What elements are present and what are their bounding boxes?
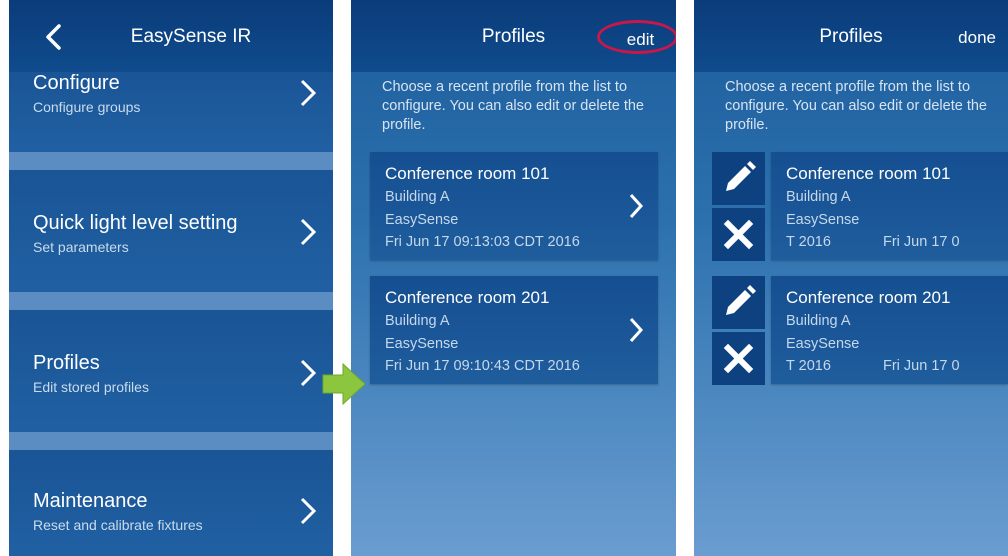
profiles-screen: Profiles edit Choose a recent profile fr… [351, 0, 676, 556]
chevron-right-icon [300, 79, 317, 107]
menu-item-subtitle: Reset and calibrate fixtures [33, 517, 203, 533]
menu-item-maintenance[interactable]: Maintenance Reset and calibrate fixtures [9, 450, 333, 556]
chevron-right-icon [629, 193, 644, 219]
intro-text: Choose a recent profile from the list to… [725, 79, 987, 133]
menu-item-subtitle: Configure groups [33, 99, 141, 115]
chevron-right-icon [300, 497, 317, 525]
profile-date-clipped: Fri Jun 17 0 [883, 358, 960, 374]
close-icon [723, 219, 754, 250]
profile-system: EasySense [786, 336, 860, 352]
menu-item-title: Quick light level setting [33, 212, 238, 234]
app-title: EasySense IR [130, 26, 252, 47]
edit-profile-button[interactable] [712, 276, 765, 329]
navbar: Profiles done [694, 0, 1008, 72]
menu-item-title: Configure [33, 72, 120, 94]
profile-building: Building A [786, 189, 851, 205]
arrow-right-icon [322, 362, 366, 406]
profile-name: Conference room 101 [385, 164, 550, 183]
profile-building: Building A [385, 313, 450, 329]
divider [9, 292, 333, 310]
profile-name: Conference room 101 [786, 164, 951, 183]
menu-item-title: Maintenance [33, 490, 148, 512]
profile-date-fragment: T 2016 [786, 358, 831, 374]
chevron-right-icon [629, 317, 644, 343]
menu-item-configure[interactable]: Configure Configure groups [9, 72, 333, 152]
delete-profile-button[interactable] [712, 208, 765, 261]
divider [9, 432, 333, 450]
profile-name: Conference room 201 [385, 288, 550, 307]
menu-item-profiles[interactable]: Profiles Edit stored profiles [9, 310, 333, 432]
menu-item-subtitle: Edit stored profiles [33, 379, 149, 395]
profile-building: Building A [385, 189, 450, 205]
intro-text: Choose a recent profile from the list to… [382, 79, 644, 133]
profile-system: EasySense [385, 336, 459, 352]
divider [9, 152, 333, 170]
profile-date: Fri Jun 17 09:13:03 CDT 2016 [385, 234, 580, 250]
done-button[interactable]: done [958, 28, 996, 48]
pencil-icon [726, 161, 756, 191]
profile-system: EasySense [385, 212, 459, 228]
profile-card[interactable]: Conference room 201 Building A EasySense… [771, 276, 1008, 384]
profile-card[interactable]: Conference room 101 Building A EasySense… [370, 152, 658, 260]
pencil-icon [726, 285, 756, 315]
profile-card[interactable]: Conference room 101 Building A EasySense… [771, 152, 1008, 260]
menu-item-title: Profiles [33, 352, 100, 374]
profiles-edit-screen: Profiles done Choose a recent profile fr… [694, 0, 1008, 556]
profile-date-clipped: Fri Jun 17 0 [883, 234, 960, 250]
main-menu-screen: EasySense IR Configure Configure groups … [9, 0, 333, 556]
edit-button[interactable]: edit [600, 23, 676, 57]
profile-date: Fri Jun 17 09:10:43 CDT 2016 [385, 358, 580, 374]
edit-profile-button[interactable] [712, 152, 765, 205]
delete-profile-button[interactable] [712, 332, 765, 385]
chevron-right-icon [300, 359, 317, 387]
navbar: EasySense IR [9, 0, 333, 72]
profile-card[interactable]: Conference room 201 Building A EasySense… [370, 276, 658, 384]
close-icon [723, 343, 754, 374]
profile-building: Building A [786, 313, 851, 329]
navbar: Profiles edit [351, 0, 676, 72]
profile-system: EasySense [786, 212, 860, 228]
profile-name: Conference room 201 [786, 288, 951, 307]
profile-date-fragment: T 2016 [786, 234, 831, 250]
chevron-right-icon [300, 218, 317, 246]
menu-item-subtitle: Set parameters [33, 239, 129, 255]
edit-highlight-ring: edit [597, 20, 676, 54]
menu-item-quick-light-level[interactable]: Quick light level setting Set parameters [9, 170, 333, 292]
